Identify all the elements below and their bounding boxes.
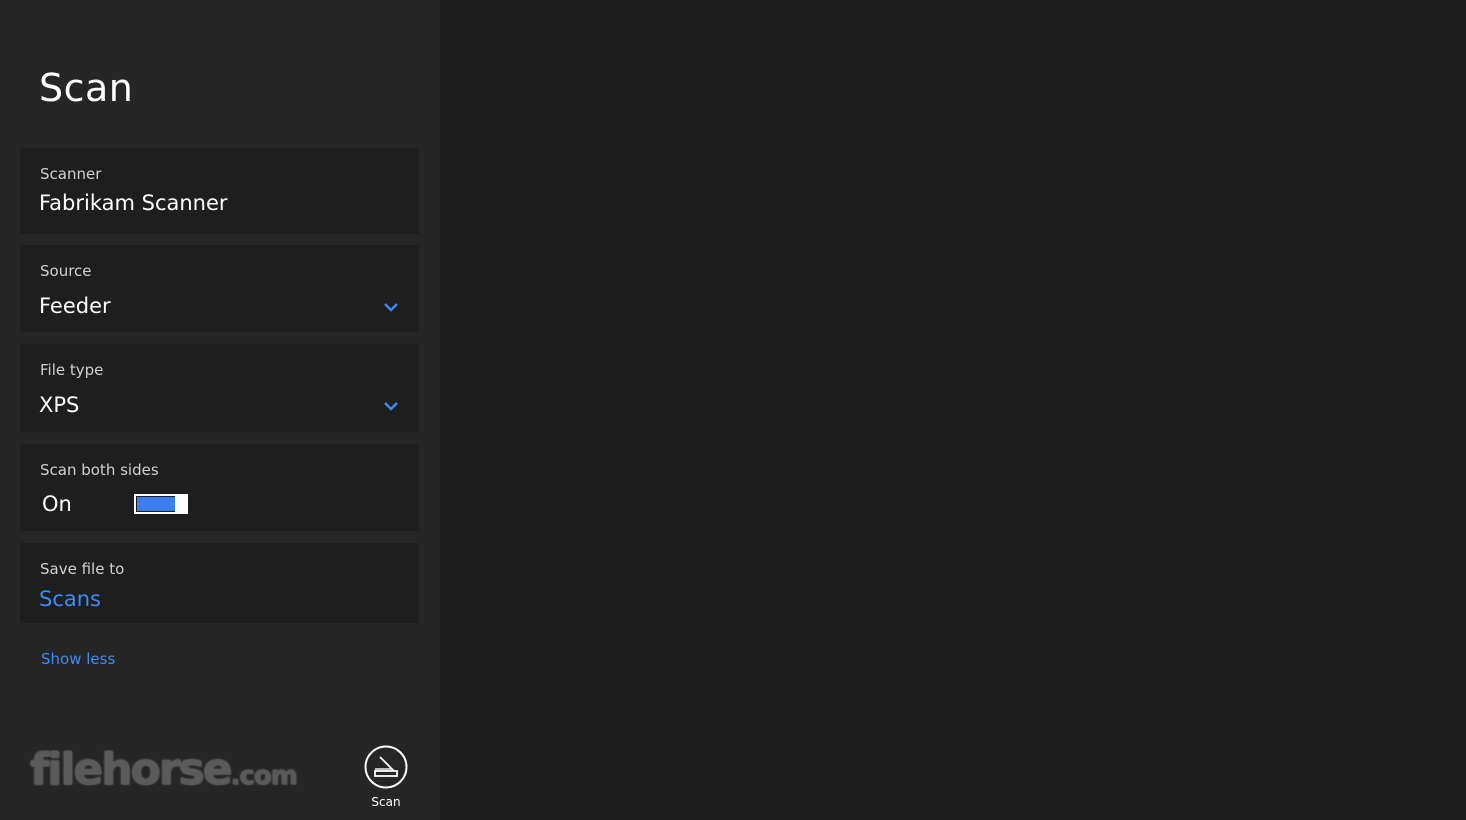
save-file-to-label: Save file to <box>40 560 125 578</box>
source-label: Source <box>40 262 92 280</box>
file-type-value: XPS <box>39 393 80 417</box>
scan-both-sides-label: Scan both sides <box>40 461 159 479</box>
scanner-label: Scanner <box>40 165 102 183</box>
save-location-link[interactable]: Scans <box>39 587 101 611</box>
file-type-dropdown[interactable]: File type XPS <box>20 344 419 432</box>
scan-button[interactable]: Scan <box>363 744 409 814</box>
toggle-thumb[interactable] <box>175 495 187 513</box>
watermark-main: filehorse <box>30 744 232 795</box>
source-value: Feeder <box>39 294 111 318</box>
scanner-card[interactable]: Scanner Fabrikam Scanner <box>20 148 419 234</box>
chevron-down-icon[interactable] <box>383 400 399 412</box>
toggle-state-text: On <box>42 492 72 516</box>
chevron-down-icon[interactable] <box>383 301 399 313</box>
page-title: Scan <box>39 66 134 110</box>
source-dropdown[interactable]: Source Feeder <box>20 245 419 332</box>
scanner-value: Fabrikam Scanner <box>39 191 228 215</box>
scanner-icon <box>364 745 408 789</box>
watermark-suffix: .com <box>230 761 297 791</box>
save-file-to-card[interactable]: Save file to Scans <box>20 543 419 623</box>
toggle-fill <box>137 497 176 511</box>
watermark-logo: filehorse.com <box>30 744 298 795</box>
scan-both-sides-card: Scan both sides On <box>20 444 419 531</box>
file-type-label: File type <box>40 361 104 379</box>
settings-pane: Scan Scanner Fabrikam Scanner Source Fee… <box>0 0 440 820</box>
preview-area <box>440 0 1466 820</box>
scan-button-label: Scan <box>371 795 401 809</box>
scan-both-sides-toggle[interactable] <box>134 494 188 514</box>
show-less-link[interactable]: Show less <box>41 650 115 668</box>
